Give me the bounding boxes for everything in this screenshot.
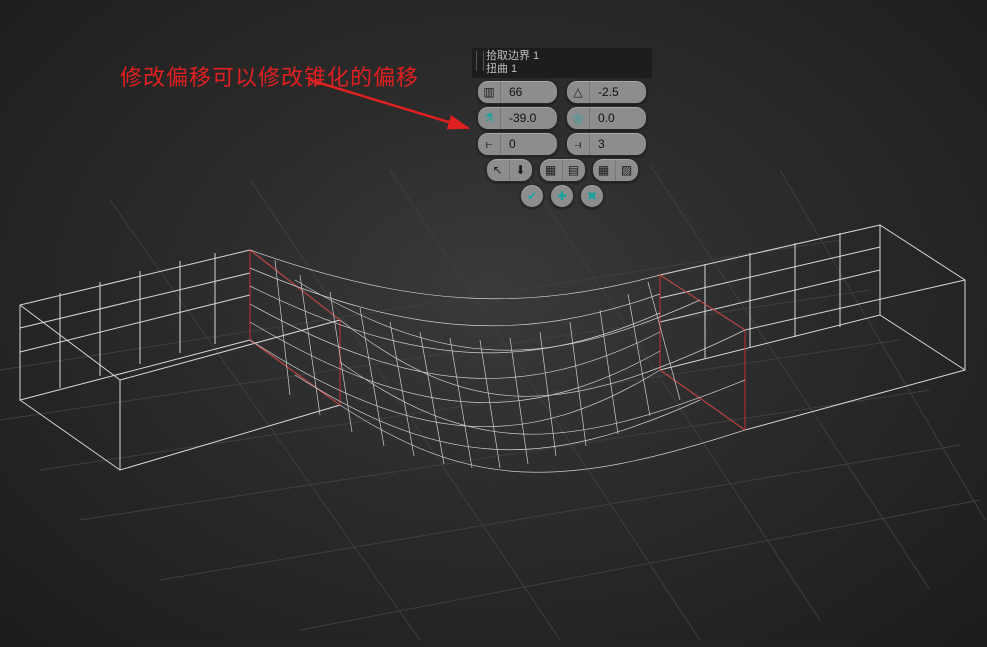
segments-field[interactable]: ▥ 66 [477,80,558,104]
offset-value: -39.0 [501,111,557,125]
bias-a-value: 0 [501,137,557,151]
add-button[interactable]: ✚ [550,184,574,208]
segments-icon: ▥ [478,81,501,103]
cancel-button[interactable]: ✖ [580,184,604,208]
grid-a-toggle[interactable]: ▦ ▤ [539,158,586,182]
grid-b-icon: ▦ [593,159,615,181]
bias-b-value: 3 [590,137,646,151]
cursor-icon: ↖ [487,159,509,181]
bias-b-field[interactable]: ⥽ 3 [566,132,647,156]
annotation-text: 修改偏移可以修改锥化的偏移 [120,60,419,92]
close-icon: ✖ [587,189,597,203]
plus-icon: ✚ [557,189,567,203]
twist-value: 0.0 [590,111,646,125]
offset-icon: ⚗ [478,107,501,129]
taper-field[interactable]: △ -2.5 [566,80,647,104]
offset-field[interactable]: ⚗ -39.0 [477,106,558,130]
bias-a-icon: ⥼ [478,133,501,155]
twist-icon: ◎ [567,107,590,129]
panel-header[interactable]: 拾取边界 1 扭曲 1 [472,48,652,78]
taper-icon: △ [567,81,590,103]
chevron-down-icon: ⬇ [509,159,532,181]
confirm-button[interactable]: ✔ [520,184,544,208]
grid-a2-icon: ▤ [562,159,585,181]
header-line2: 扭曲 1 [486,63,646,76]
bridge-tool-panel: 拾取边界 1 扭曲 1 ▥ 66 △ -2.5 ⚗ -39.0 ◎ 0.0 ⥼ … [472,48,652,208]
twist-field[interactable]: ◎ 0.0 [566,106,647,130]
bias-a-field[interactable]: ⥼ 0 [477,132,558,156]
segments-value: 66 [501,85,557,99]
select-mode-toggle[interactable]: ↖ ⬇ [486,158,533,182]
bias-b-icon: ⥽ [567,133,590,155]
header-line1: 拾取边界 1 [486,50,646,63]
check-icon: ✔ [527,189,537,203]
grid-a-icon: ▦ [540,159,562,181]
taper-value: -2.5 [590,85,646,99]
grid-b-toggle[interactable]: ▦ ▨ [592,158,639,182]
grid-b2-icon: ▨ [615,159,638,181]
